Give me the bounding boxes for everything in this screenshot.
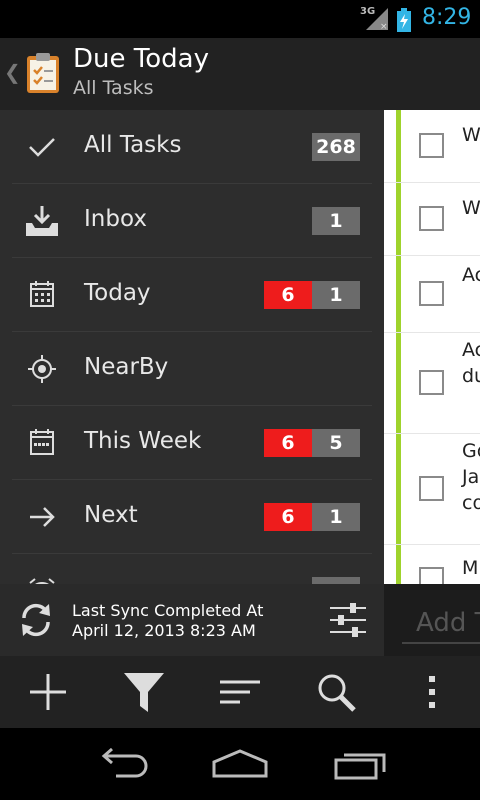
task-checkbox[interactable] [419, 476, 444, 501]
task-row[interactable]: W [384, 183, 480, 256]
task-checkbox[interactable] [419, 281, 444, 306]
task-title-line: Ac [462, 339, 480, 361]
drawer-item-all-tasks[interactable]: All Tasks 268 [0, 110, 384, 184]
task-checkbox[interactable] [419, 567, 444, 584]
drawer-item-next[interactable]: Next 6 1 [0, 480, 384, 554]
alarm-clock-icon [29, 578, 55, 584]
task-title-line: W [462, 124, 480, 146]
priority-bar [396, 110, 401, 182]
task-count-badge: 1 [312, 503, 360, 531]
task-title-line: Ac [462, 264, 480, 286]
battery-icon [397, 8, 411, 32]
priority-bar [396, 545, 401, 584]
calendar-week-icon [30, 429, 54, 455]
task-row[interactable]: W [384, 110, 480, 183]
task-row[interactable]: Go Ja co [384, 434, 480, 545]
task-row[interactable]: Ac du [384, 333, 480, 434]
drawer-item-inbox[interactable]: Inbox 1 [0, 184, 384, 258]
drawer-item-label: Next [84, 502, 138, 528]
page-subtitle: All Tasks [73, 77, 154, 99]
filter-icon[interactable] [122, 670, 166, 714]
sync-status-bar: Last Sync Completed At April 12, 2013 8:… [0, 584, 384, 656]
clock: 8:29 [422, 5, 472, 30]
location-target-icon [28, 355, 56, 383]
priority-bar [396, 256, 401, 332]
clipboard-app-icon[interactable] [26, 52, 60, 94]
action-bar: ❮ Due Today All Tasks [0, 38, 480, 110]
priority-bar [396, 333, 401, 433]
overdue-count-badge: 6 [264, 429, 312, 457]
sync-icon[interactable] [16, 600, 56, 640]
drawer-item-today[interactable]: Today 6 1 [0, 258, 384, 332]
drawer-item-label: Today [84, 280, 151, 306]
sort-icon[interactable] [218, 670, 262, 714]
status-bar: 3G × 8:29 [0, 0, 480, 38]
task-list: W W Ac Ac du Go Ja co M [384, 110, 480, 584]
task-count-badge [312, 577, 360, 584]
task-count-badge: 1 [312, 207, 360, 235]
up-chevron-icon[interactable]: ❮ [4, 60, 21, 84]
task-count-badge: 268 [312, 133, 360, 161]
task-checkbox[interactable] [419, 206, 444, 231]
drawer-item-label: Inbox [84, 206, 147, 232]
task-row[interactable]: Ac [384, 256, 480, 333]
task-checkbox[interactable] [419, 133, 444, 158]
home-icon[interactable] [210, 748, 270, 780]
drawer-item-nearby[interactable]: NearBy [0, 332, 384, 406]
system-navigation-bar [0, 728, 480, 800]
sync-status-label: Last Sync Completed At [72, 601, 264, 620]
task-row[interactable]: M [384, 545, 480, 584]
back-icon[interactable] [92, 748, 148, 780]
priority-bar [396, 183, 401, 255]
add-icon[interactable] [26, 670, 70, 714]
task-count-badge: 5 [312, 429, 360, 457]
add-task-input[interactable]: Add T [402, 598, 480, 644]
sync-timestamp: April 12, 2013 8:23 AM [72, 621, 256, 640]
drawer-item-this-week[interactable]: This Week 6 5 [0, 406, 384, 480]
inbox-icon [26, 206, 58, 236]
drawer-item-label: This Week [84, 428, 202, 454]
task-checkbox[interactable] [419, 370, 444, 395]
recent-apps-icon[interactable] [332, 748, 388, 780]
search-icon[interactable] [314, 670, 358, 714]
checkmark-icon [29, 138, 55, 157]
navigation-drawer: All Tasks 268 Inbox 1 Today 6 1 NearBy T… [0, 110, 384, 584]
calendar-day-icon [30, 281, 54, 307]
arrow-right-icon [30, 507, 55, 527]
drawer-item-label: All Tasks [84, 132, 182, 158]
task-count-badge: 1 [312, 281, 360, 309]
settings-sliders-icon[interactable] [328, 600, 368, 640]
task-title-line: Ja [462, 466, 480, 488]
task-title-line: W [462, 197, 480, 219]
task-title-line: M [462, 557, 479, 579]
overflow-menu-icon[interactable] [410, 670, 454, 714]
drawer-item-partial[interactable] [0, 554, 384, 584]
priority-bar [396, 434, 401, 544]
drawer-item-label: NearBy [84, 354, 169, 380]
task-title-line: Go [462, 440, 480, 462]
bottom-toolbar [0, 656, 480, 728]
signal-icon: × [366, 8, 388, 30]
add-task-area: Add T [384, 584, 480, 656]
page-title: Due Today [73, 44, 209, 74]
overdue-count-badge: 6 [264, 281, 312, 309]
svg-text:×: × [380, 22, 388, 30]
overdue-count-badge: 6 [264, 503, 312, 531]
task-title-line: co [462, 492, 480, 514]
task-title-line: du [462, 365, 480, 387]
